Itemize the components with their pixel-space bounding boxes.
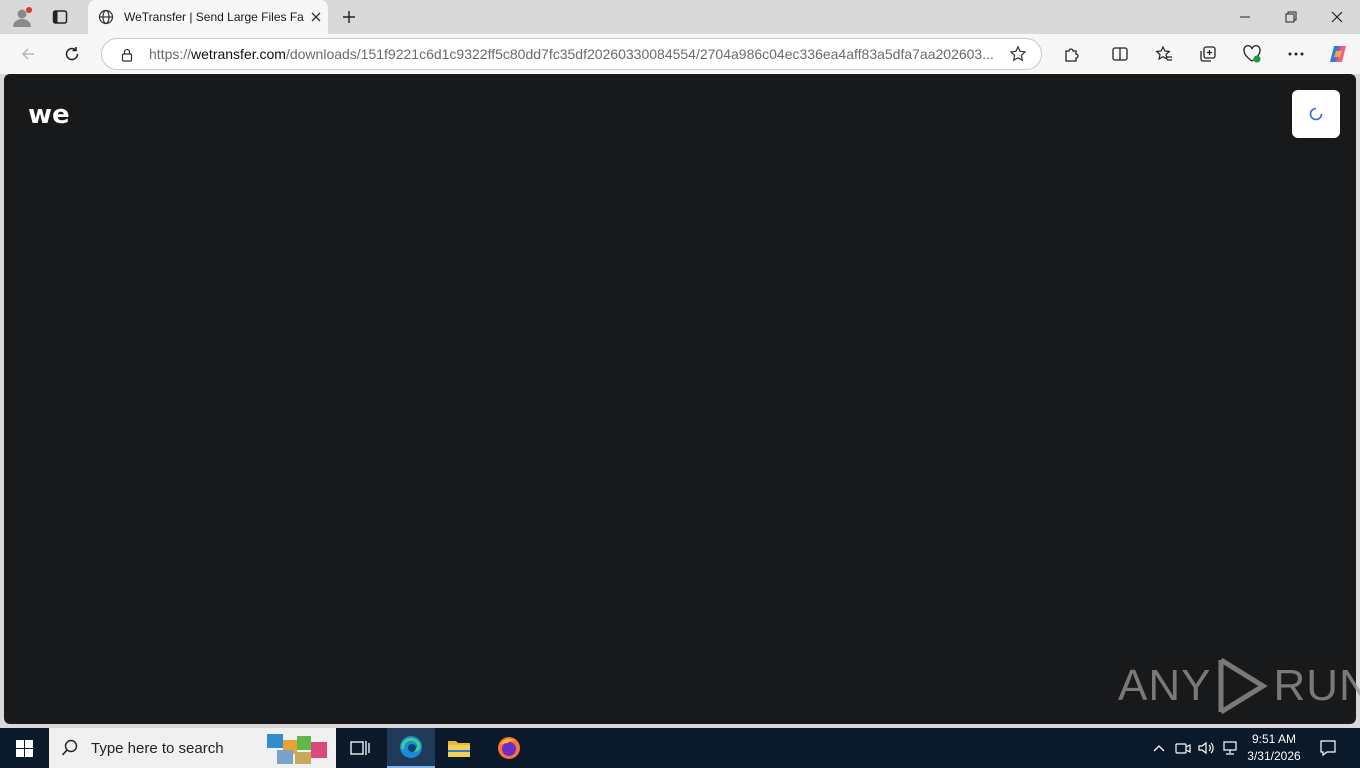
tab-title: WeTransfer | Send Large Files Fast bbox=[124, 10, 304, 24]
notifications-button[interactable] bbox=[1316, 736, 1340, 760]
puzzle-icon bbox=[1065, 48, 1079, 62]
url-text: https://wetransfer.com/downloads/151f922… bbox=[149, 46, 994, 62]
chevron-up-icon bbox=[1153, 745, 1165, 752]
start-button[interactable] bbox=[0, 728, 48, 768]
tray-volume[interactable] bbox=[1197, 738, 1215, 758]
folder-icon bbox=[448, 741, 470, 757]
browser-toolbar: https://wetransfer.com/downloads/151f922… bbox=[0, 34, 1360, 74]
tray-network[interactable] bbox=[1221, 738, 1239, 758]
copilot-button[interactable] bbox=[1324, 40, 1352, 68]
url-prefix: https:// bbox=[149, 46, 192, 62]
restore-icon bbox=[1285, 11, 1297, 23]
minimize-button[interactable] bbox=[1230, 4, 1260, 30]
play-logo-icon bbox=[1218, 657, 1269, 715]
spinner-icon bbox=[1309, 107, 1323, 121]
active-tab[interactable]: WeTransfer | Send Large Files Fast bbox=[88, 0, 328, 34]
search-icon bbox=[61, 739, 78, 756]
edge-icon bbox=[400, 736, 422, 758]
minimize-icon bbox=[1240, 16, 1250, 18]
collections-button[interactable] bbox=[1194, 40, 1222, 68]
taskbar-search-box[interactable]: Type here to search bbox=[49, 728, 336, 768]
wetransfer-logo[interactable]: we bbox=[28, 102, 70, 126]
volume-icon bbox=[1198, 741, 1214, 755]
heart-pulse-icon bbox=[1243, 45, 1261, 63]
search-placeholder: Type here to search bbox=[91, 739, 224, 757]
windows-logo-icon bbox=[15, 739, 33, 757]
watermark-right-text: RUN bbox=[1273, 661, 1360, 710]
favorite-star-icon[interactable] bbox=[1009, 45, 1027, 63]
windows-taskbar: Type here to search 9:51 AM 3/31/2026 bbox=[0, 728, 1360, 768]
globe-icon bbox=[98, 9, 114, 25]
clock-date: 3/31/2026 bbox=[1247, 749, 1301, 763]
taskbar-file-explorer[interactable] bbox=[435, 728, 483, 768]
favorites-button[interactable] bbox=[1150, 40, 1178, 68]
url-host: wetransfer.com bbox=[191, 46, 286, 62]
back-button[interactable] bbox=[14, 40, 42, 68]
lock-icon[interactable] bbox=[120, 48, 134, 62]
watermark-left-text: ANY bbox=[1118, 661, 1212, 710]
tray-overflow-button[interactable] bbox=[1150, 738, 1168, 758]
task-view-icon bbox=[350, 741, 370, 755]
network-icon bbox=[1223, 741, 1237, 755]
close-icon bbox=[1331, 11, 1343, 23]
extensions-button[interactable] bbox=[1058, 40, 1086, 68]
profile-icon bbox=[13, 7, 32, 27]
anyrun-watermark: ANY RUN bbox=[1118, 656, 1360, 716]
split-screen-button[interactable] bbox=[1106, 40, 1134, 68]
camera-icon bbox=[1175, 743, 1191, 754]
address-bar[interactable]: https://wetransfer.com/downloads/151f922… bbox=[101, 38, 1042, 70]
taskbar-edge[interactable] bbox=[387, 728, 435, 768]
more-dots-icon bbox=[1288, 52, 1304, 56]
tab-actions-icon bbox=[52, 10, 68, 24]
new-tab-button[interactable] bbox=[336, 4, 362, 30]
search-highlight-puzzle-icon bbox=[267, 734, 327, 764]
profile-button[interactable] bbox=[8, 4, 36, 30]
tray-meet-now[interactable] bbox=[1174, 738, 1192, 758]
firefox-icon bbox=[498, 737, 520, 759]
loading-indicator bbox=[1292, 90, 1340, 138]
browser-tab-bar: WeTransfer | Send Large Files Fast bbox=[0, 0, 1360, 34]
page-viewport: we ANY RUN bbox=[4, 74, 1360, 724]
settings-more-button[interactable] bbox=[1282, 40, 1310, 68]
task-view-button[interactable] bbox=[336, 728, 384, 768]
refresh-icon bbox=[65, 47, 79, 61]
refresh-button[interactable] bbox=[58, 40, 86, 68]
copilot-icon bbox=[1330, 46, 1346, 62]
back-arrow-icon bbox=[21, 48, 34, 60]
tray-clock[interactable]: 9:51 AM 3/31/2026 bbox=[1244, 731, 1304, 765]
close-window-button[interactable] bbox=[1322, 4, 1352, 30]
collections-icon bbox=[1200, 46, 1216, 62]
restore-button[interactable] bbox=[1276, 4, 1306, 30]
taskbar-firefox[interactable] bbox=[485, 728, 533, 768]
url-path: /downloads/151f9221c6d1c9322ff5c80dd7fc3… bbox=[285, 46, 994, 62]
plus-icon bbox=[343, 11, 355, 23]
browser-essentials-button[interactable] bbox=[1238, 40, 1266, 68]
tab-actions-button[interactable] bbox=[46, 4, 74, 30]
split-screen-icon bbox=[1112, 47, 1128, 61]
close-tab-icon[interactable] bbox=[310, 11, 322, 23]
logo-text: we bbox=[28, 102, 70, 126]
clock-time: 9:51 AM bbox=[1251, 732, 1297, 746]
notification-icon bbox=[1320, 740, 1336, 757]
favorites-icon bbox=[1155, 45, 1172, 61]
